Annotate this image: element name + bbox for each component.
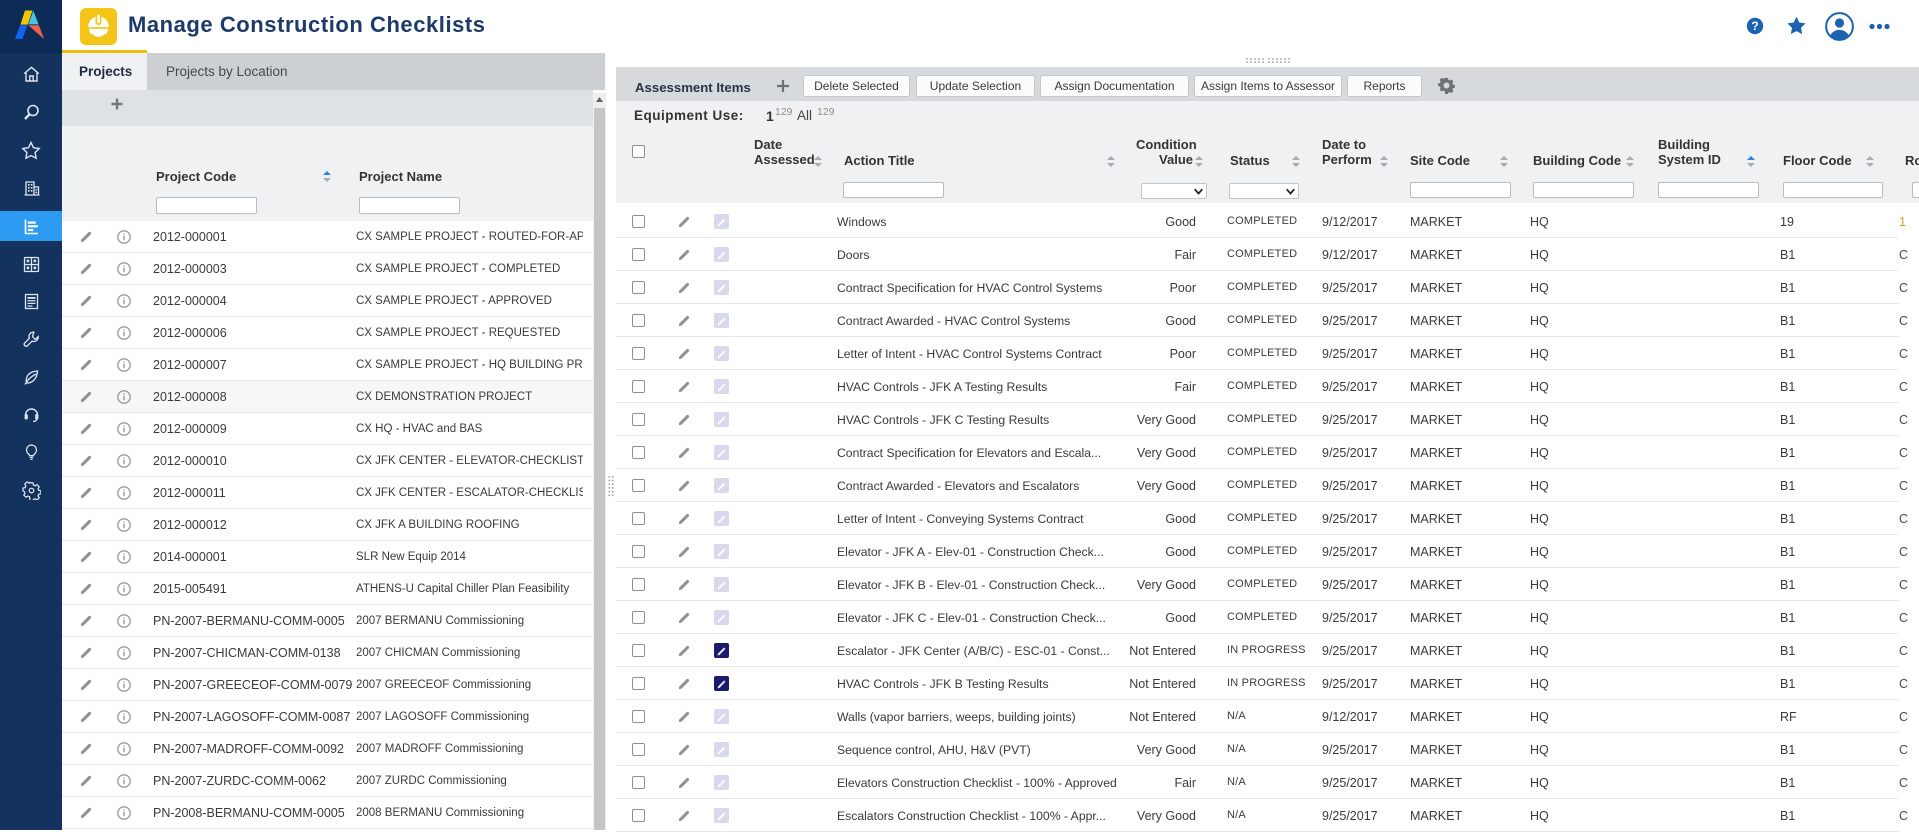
svg-text:?: ? (1751, 19, 1758, 33)
